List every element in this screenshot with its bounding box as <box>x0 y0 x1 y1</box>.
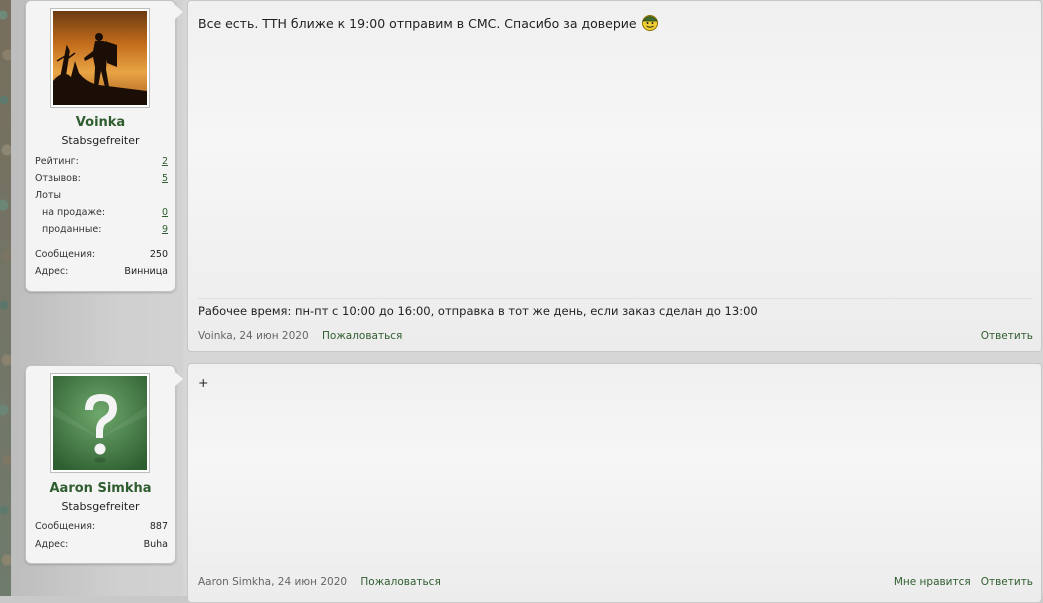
stat-label: Сообщения: <box>35 249 96 260</box>
stat-value: 887 <box>149 521 168 532</box>
message-panel: + Aaron Simkha, 24 июн 2020 Пожаловаться… <box>187 363 1042 603</box>
avatar[interactable] <box>50 8 150 108</box>
report-link[interactable]: Пожаловаться <box>322 330 402 342</box>
user-rank: Stabsgefreiter <box>61 500 140 513</box>
post-actions: Мне нравится Ответить <box>884 576 1033 588</box>
user-rank: Stabsgefreiter <box>61 134 140 147</box>
post-author-date[interactable]: Voinka, 24 июн 2020 <box>198 330 309 342</box>
user-info-card: Aaron Simkha Stabsgefreiter Сообщения: 8… <box>25 365 183 564</box>
post-actions: Ответить <box>971 330 1033 342</box>
stat-label: Рейтинг: <box>35 156 79 167</box>
reviews-link[interactable]: 5 <box>162 173 168 184</box>
sold-link[interactable]: 9 <box>162 224 168 235</box>
reply-link[interactable]: Ответить <box>981 330 1033 342</box>
stat-messages: Сообщения: 887 <box>35 521 168 535</box>
avatar-image <box>53 376 147 470</box>
stat-label: Адрес: <box>35 266 69 277</box>
on-sale-link[interactable]: 0 <box>162 207 168 218</box>
speech-arrow <box>175 372 183 386</box>
soldier-silhouette-icon <box>53 11 147 105</box>
post-meta: Voinka, 24 июн 2020 Пожаловаться <box>198 330 402 342</box>
stat-on-sale: на продаже: 0 <box>35 207 168 221</box>
user-info-card: Voinka Stabsgefreiter Рейтинг: 2 Отзывов… <box>25 0 183 292</box>
question-mark-icon <box>53 376 147 470</box>
stat-sold: проданные: 9 <box>35 224 168 238</box>
username[interactable]: Voinka <box>26 115 175 130</box>
stat-label: Адрес: <box>35 539 69 550</box>
message-body: Все есть. ТТН ближе к 19:00 отправим в С… <box>198 13 659 31</box>
stat-reviews: Отзывов: 5 <box>35 173 168 187</box>
avatar[interactable] <box>50 373 150 473</box>
username[interactable]: Aaron Simkha <box>26 481 175 496</box>
signature: Рабочее время: пн-пт с 10:00 до 16:00, о… <box>198 304 758 318</box>
stat-address: Адрес: Винница <box>35 266 168 280</box>
reply-link[interactable]: Ответить <box>981 576 1033 588</box>
stat-value: 250 <box>149 249 168 260</box>
stat-messages: Сообщения: 250 <box>35 249 168 263</box>
avatar-image <box>53 11 147 105</box>
stat-rating: Рейтинг: 2 <box>35 156 168 170</box>
message-body: + <box>198 375 208 390</box>
speech-arrow <box>175 5 183 19</box>
stat-value: Buha <box>143 539 168 550</box>
stat-lots: Лоты <box>35 190 168 204</box>
message-text: Все есть. ТТН ближе к 19:00 отправим в С… <box>198 16 637 31</box>
stat-label: на продаже: <box>42 207 106 218</box>
like-link[interactable]: Мне нравится <box>894 576 971 588</box>
stat-label: Отзывов: <box>35 173 81 184</box>
stat-label: проданные: <box>42 224 102 235</box>
smiley-icon <box>641 13 659 31</box>
stat-label: Лоты <box>35 190 61 201</box>
stat-label: Сообщения: <box>35 521 96 532</box>
message-panel: Все есть. ТТН ближе к 19:00 отправим в С… <box>187 0 1042 352</box>
message-text: + <box>198 375 209 390</box>
post-meta: Aaron Simkha, 24 июн 2020 Пожаловаться <box>198 576 441 588</box>
stat-address: Адрес: Buha <box>35 539 168 553</box>
report-link[interactable]: Пожаловаться <box>360 576 440 588</box>
stat-value: Винница <box>124 266 168 277</box>
signature-divider <box>198 298 1033 299</box>
rating-link[interactable]: 2 <box>162 156 168 167</box>
post-author-date[interactable]: Aaron Simkha, 24 июн 2020 <box>198 576 347 588</box>
